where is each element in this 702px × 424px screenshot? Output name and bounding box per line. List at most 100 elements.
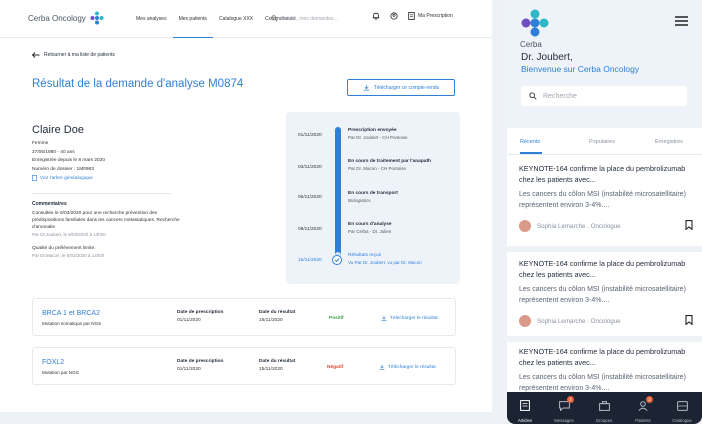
bottom-nav-articles[interactable]: Articles [510, 398, 540, 423]
article-meta: Sophia Lemarche . Oncologue [519, 219, 693, 233]
prescription-date: Date de prescription 01/11/2020 [177, 310, 223, 323]
bottom-nav-messages[interactable]: 2 Messages [549, 396, 579, 423]
article-card[interactable]: KEYNOTE-164 confirme la place du pembrol… [519, 258, 693, 328]
comment-text: Consultée le 6/03/2020 pour une recherch… [32, 211, 180, 230]
result-date-value: 15/11/2020 [259, 318, 283, 323]
bottom-nav-label: Articles [517, 418, 533, 423]
article-excerpt: Les cancers du côlon MSI (instabilité mi… [519, 191, 686, 209]
article-meta: Sophia Lemarche . Oncologue [519, 314, 693, 328]
article-author: Sophia Lemarche . Oncologue [537, 222, 621, 230]
status-badge: Positif [329, 316, 344, 321]
timeline-progress-bar [335, 127, 341, 259]
notification-badge: 2 [646, 396, 653, 403]
status-timeline: 01/11/2020 Prescription envoyée Par Dr. … [286, 112, 460, 284]
catalogue-icon [676, 401, 688, 411]
notification-badge: 2 [567, 396, 574, 403]
patients-icon [638, 401, 648, 411]
bookmark-icon[interactable] [685, 220, 693, 230]
status-badge: Négatif [327, 365, 344, 370]
family-tree-link[interactable]: Voir l'arbre généalogique [32, 175, 105, 181]
article-card[interactable]: KEYNOTE-164 confirme la place du pembrol… [519, 346, 689, 394]
download-result-button[interactable]: Télécharger le résultat [381, 315, 438, 321]
step-subtitle: Par Cerba - Dr. Julien [348, 229, 392, 234]
timeline-date: 06/11/2020 [298, 195, 322, 200]
step-title: En cours de transport [348, 191, 398, 196]
test-name[interactable]: BRCA 1 et BRCA2 [42, 310, 100, 317]
article-excerpt: Les cancers du côlon MSI (instabilité mi… [519, 374, 686, 392]
timeline-step: Prescription envoyée Par Dr. Joubert - C… [348, 128, 458, 140]
avatar [519, 315, 531, 327]
timeline-date: 03/11/2020 [298, 165, 322, 170]
tab-enregistres[interactable]: Enregistrés [655, 139, 683, 145]
divider [32, 193, 172, 194]
download-report-label: Télécharger ce compte-rendu [373, 84, 440, 91]
bottom-nav-label: Patients [635, 418, 651, 423]
test-method: Mutation somatique par NGS [42, 321, 102, 326]
prescription-date-value: 01/11/2020 [177, 367, 201, 372]
prescription-button[interactable]: Ma Prescription [408, 12, 453, 20]
result-date: Date du résultat 15/11/2020 [259, 310, 295, 323]
nav-catalogue[interactable]: Catalogue XXX [213, 0, 259, 38]
step-subtitle: Par Dr. Joubert - CH Pontoise [348, 135, 408, 140]
bottom-nav-catalogue[interactable]: Catalogue [667, 398, 697, 423]
user-icon[interactable] [390, 12, 398, 20]
bookmark-icon[interactable] [685, 315, 693, 325]
cerba-cross-icon [90, 11, 104, 25]
result-date-label: Date du résultat [259, 310, 296, 315]
patient-gender: Femme [32, 141, 49, 146]
family-tree-label: Voir l'arbre généalogique [40, 175, 93, 181]
articles-icon [520, 400, 530, 411]
step-title: Résultats reçus [348, 253, 382, 258]
prescription-date-label: Date de prescription [177, 359, 224, 364]
article-title: KEYNOTE-164 confirme la place du pembrol… [519, 259, 686, 279]
article-card[interactable]: KEYNOTE-164 confirme la place du pembrol… [519, 163, 693, 233]
step-subtitle: Vu Par Dr. Joubert, vu par Dr. Macon [348, 260, 422, 265]
bottom-nav-groupes[interactable]: Groupes [589, 398, 619, 423]
bell-icon[interactable] [372, 12, 380, 20]
test-name[interactable]: FOXL2 [42, 359, 64, 366]
timeline-step: Résultats reçus Vu Par Dr. Joubert, vu p… [348, 253, 458, 265]
patient-name: Claire Doe [32, 124, 84, 136]
patient-birthdate: 27/05/1980 - 40 ans [32, 149, 75, 155]
comment-meta: Par Dr.Joubert, le 6/03/2020 à 14h00 [32, 232, 106, 237]
article-title: KEYNOTE-164 confirme la place du pembrol… [519, 347, 686, 367]
menu-icon[interactable] [675, 16, 688, 26]
timeline-date: 08/11/2020 [298, 227, 322, 232]
download-result-label: Télécharger le résultat [390, 315, 438, 321]
mobile-search-input[interactable]: Recherche [521, 86, 687, 106]
article-excerpt: Les cancers du côlon MSI (instabilité mi… [519, 286, 686, 304]
article-tabs: Récents Populaires Enregistrés [507, 136, 702, 155]
download-report-button[interactable]: Télécharger ce compte-rendu [347, 79, 455, 96]
back-label: Retourner à ma liste de patients [44, 52, 115, 58]
article-separator [507, 336, 702, 342]
patient-info: Claire Doe Femme 27/05/1980 - 40 ans Enr… [32, 124, 105, 181]
mobile-logo-text: Cerba [520, 40, 542, 49]
search-icon [271, 15, 278, 22]
top-actions: Ma Prescription [372, 12, 453, 20]
tab-recents[interactable]: Récents [520, 139, 540, 145]
file-icon [32, 175, 37, 181]
back-link[interactable]: Retourner à ma liste de patients [32, 52, 115, 58]
comments-section: Commentaires Consultée le 6/03/2020 pour… [32, 201, 182, 258]
download-result-button[interactable]: Télécharger le résultat [379, 364, 436, 370]
arrow-left-icon [32, 52, 40, 58]
test-result-card: BRCA 1 et BRCA2 Mutation somatique par N… [32, 298, 456, 336]
result-date-label: Date du résultat [259, 359, 296, 364]
active-tab-indicator [520, 152, 542, 154]
download-result-label: Télécharger le résultat [388, 364, 436, 370]
welcome-text: Bienvenue sur Cerba Oncology [521, 64, 640, 74]
desktop-app: Cerba Oncology Mes analyses Mes patients… [0, 0, 492, 412]
nav-mes-analyses[interactable]: Mes analyses [130, 0, 173, 38]
timeline-date: 15/11/2020 [298, 258, 322, 263]
prescription-date: Date de prescription 01/11/2020 [177, 359, 223, 372]
patient-registered: Enregistrée depuis le 8 mars 2020 [32, 158, 106, 163]
timeline-step: En cours de traitement par l'anapath Par… [348, 159, 458, 171]
bottom-nav-patients[interactable]: 2 Patients [628, 396, 658, 423]
bottom-nav-label: Messages [554, 418, 574, 423]
nav-mes-patients[interactable]: Mes patients [172, 0, 213, 38]
tab-populaires[interactable]: Populaires [589, 139, 615, 145]
bottom-nav: Articles 2 Messages Groupes 2 Patients C… [507, 392, 702, 424]
test-result-card: FOXL2 Mutation par NGS Date de prescript… [32, 347, 456, 385]
search-input[interactable]: Patient, mes demandes... [271, 12, 363, 25]
brand-logo[interactable]: Cerba Oncology [28, 11, 104, 25]
